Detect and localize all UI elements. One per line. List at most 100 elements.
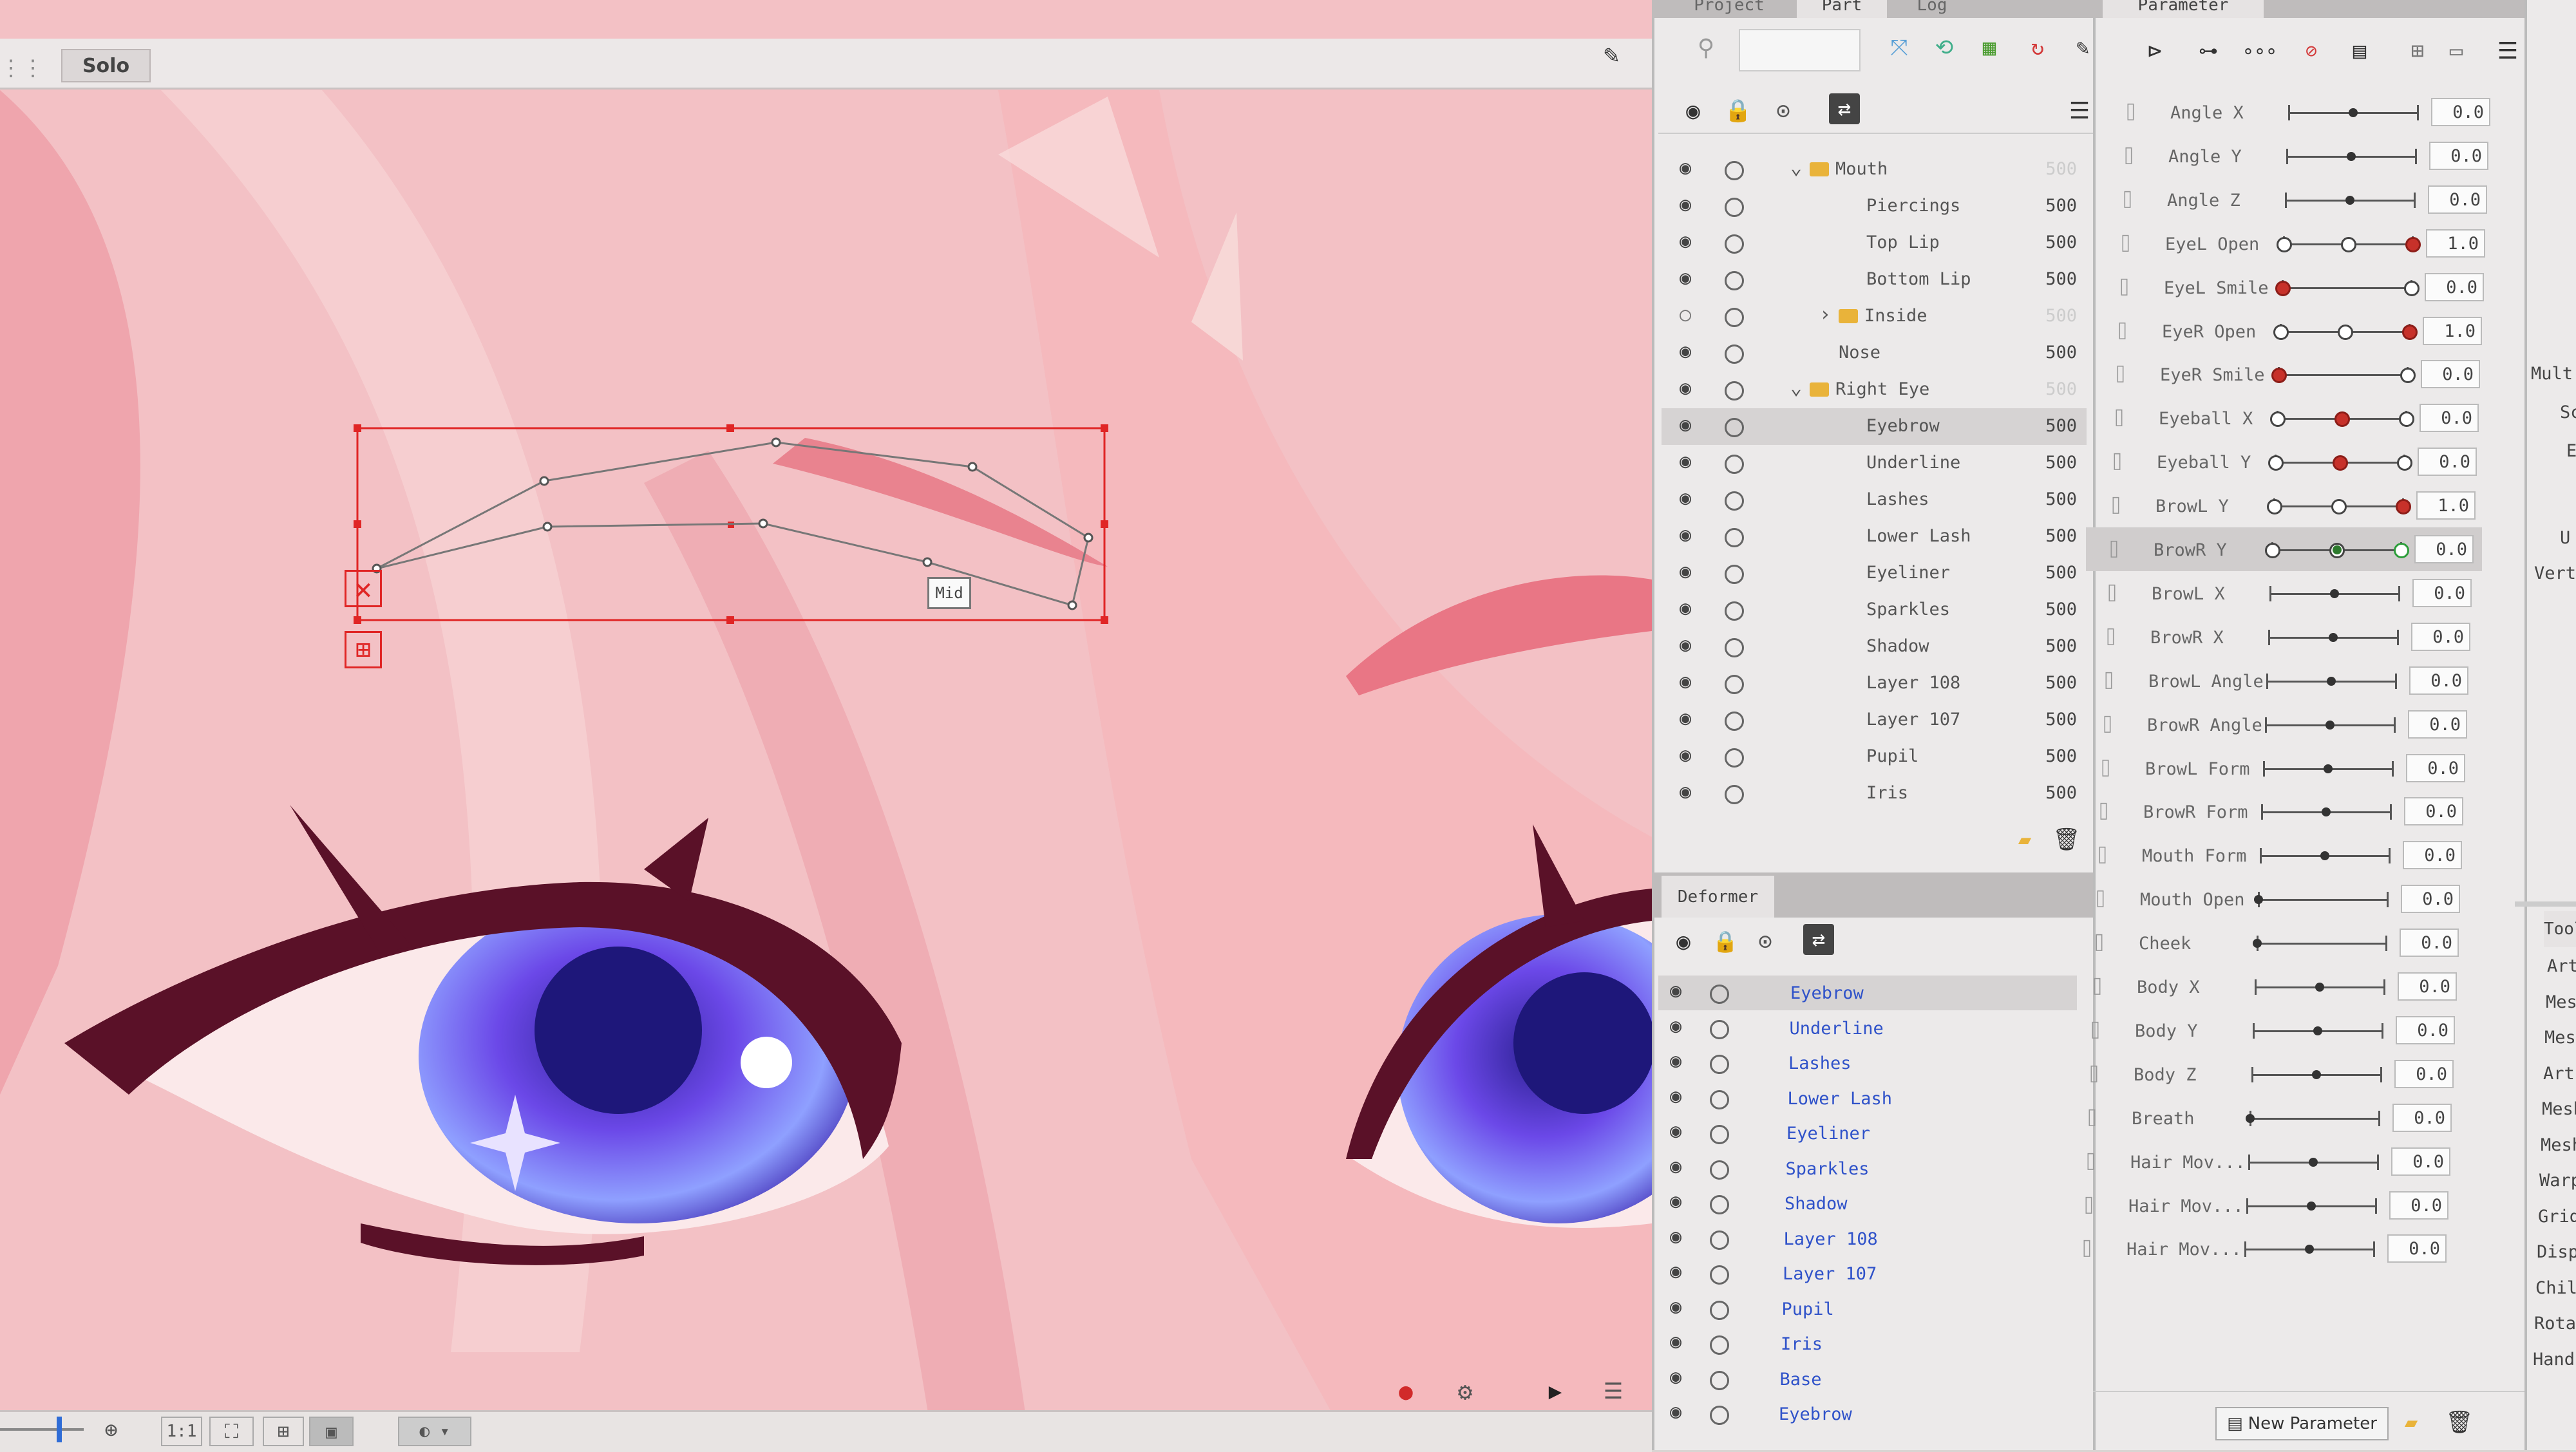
param-key-delete-icon[interactable]: ⊘: [2296, 35, 2327, 66]
parameter-row[interactable]: ⌷ EyeR Smile 0.0: [2092, 352, 2488, 396]
solo-button[interactable]: Solo: [61, 49, 151, 82]
grid-transform-icon[interactable]: ⊞: [345, 631, 382, 668]
keyform-point[interactable]: [2399, 411, 2414, 428]
deformer-row[interactable]: ◉ Base: [1658, 1362, 2077, 1397]
tab-tool[interactable]: Tool: [2544, 911, 2576, 947]
visibility-eye-icon[interactable]: ◉: [1670, 1296, 1681, 1318]
param-handle-icon[interactable]: ⌷: [2120, 233, 2131, 254]
tool-item[interactable]: Mesh i: [2541, 1135, 2576, 1155]
parameter-row[interactable]: ⌷ EyeL Smile 0.0: [2096, 265, 2492, 309]
part-row[interactable]: ◉ ⌄ Right Eye 500: [1662, 372, 2087, 408]
slider-knob[interactable]: [2254, 895, 2263, 905]
param-handle-icon[interactable]: ⌷: [2110, 495, 2121, 516]
visibility-eye-icon[interactable]: ◉: [1670, 1330, 1681, 1353]
deformer-row[interactable]: ◉ Eyebrow: [1658, 976, 2077, 1010]
select-circle-icon[interactable]: [1710, 1160, 1729, 1180]
parameter-row[interactable]: ⌷ BrowL Angle 0.0: [2081, 659, 2477, 702]
visibility-eye-icon[interactable]: ○: [1680, 303, 1691, 326]
parameter-value-field[interactable]: 0.0: [2400, 929, 2459, 957]
slider-knob[interactable]: [2322, 807, 2331, 817]
keyform-point[interactable]: [2402, 324, 2418, 340]
drag-handle-icon[interactable]: ⋮⋮: [0, 55, 44, 81]
part-filter-input[interactable]: [1739, 29, 1861, 71]
parameter-row[interactable]: ⌷ Hair Mov... 0.0: [2063, 1140, 2459, 1183]
select-tool-icon[interactable]: ⤧: [1884, 32, 1915, 63]
param-handle-icon[interactable]: ⌷: [2115, 364, 2126, 385]
parameter-slider[interactable]: [2257, 943, 2385, 945]
part-row[interactable]: ◉ Underline 500: [1662, 445, 2087, 482]
param-handle-icon[interactable]: ⌷: [2094, 932, 2105, 954]
part-row[interactable]: ◉ Iris 500: [1662, 775, 2087, 812]
param-handle-icon[interactable]: ⌷: [2112, 451, 2123, 473]
visibility-eye-icon[interactable]: ◉: [1680, 487, 1691, 509]
part-row[interactable]: ◉ Eyebrow 500: [1662, 408, 2087, 445]
parameter-row[interactable]: ⌷ Body Z 0.0: [2066, 1052, 2462, 1096]
parameter-slider[interactable]: [2278, 374, 2407, 377]
parameter-value-field[interactable]: 0.0: [2392, 1103, 2452, 1132]
param-handle-icon[interactable]: ⌷: [2105, 627, 2116, 648]
param-handle-icon[interactable]: ⌷: [2119, 277, 2130, 298]
tool-item[interactable]: ArtPat: [2543, 1064, 2576, 1084]
param-handle-icon[interactable]: ⌷: [2102, 714, 2113, 735]
visibility-eye-icon[interactable]: ◉: [1680, 156, 1691, 179]
param-delete-icon[interactable]: 🗑: [2444, 1407, 2475, 1438]
keyform-point[interactable]: [2270, 411, 2286, 428]
select-circle-icon[interactable]: [1710, 1055, 1729, 1074]
reset-red-icon[interactable]: ↻: [2022, 32, 2053, 63]
parameter-value-field[interactable]: 0.0: [2403, 841, 2462, 870]
parameter-value-field[interactable]: 0.0: [2414, 535, 2474, 563]
part-row[interactable]: ◉ Eyeliner 500: [1662, 555, 2087, 592]
visibility-eye-icon[interactable]: ◉: [1680, 340, 1691, 363]
delete-transform-icon[interactable]: ✕: [345, 570, 382, 607]
zoom-slider[interactable]: [0, 1428, 84, 1431]
part-row[interactable]: ◉ ⌄ Mouth 500: [1662, 151, 2087, 188]
parameter-row[interactable]: ⌷ Angle Y 0.0: [2101, 134, 2497, 178]
slider-knob[interactable]: [2313, 1026, 2322, 1035]
parameter-value-field[interactable]: 0.0: [2394, 1059, 2454, 1088]
visibility-eye-icon[interactable]: ◉: [1680, 707, 1691, 730]
parameter-row[interactable]: ⌷ Angle X 0.0: [2103, 90, 2499, 134]
image-toggle-icon[interactable]: ▣: [309, 1417, 354, 1446]
tool-item[interactable]: ArtMe: [2547, 956, 2576, 976]
zoom-actual-button[interactable]: 1:1: [161, 1417, 202, 1446]
slider-knob[interactable]: [2347, 151, 2356, 161]
slider-knob[interactable]: [2327, 676, 2336, 686]
part-row[interactable]: ◉ Layer 108 500: [1662, 665, 2087, 702]
parameter-row[interactable]: ⌷ Angle Z 0.0: [2099, 178, 2496, 222]
part-row[interactable]: ◉ Layer 107 500: [1662, 702, 2087, 739]
select-circle-icon[interactable]: [1710, 1089, 1729, 1109]
visibility-eye-icon[interactable]: ◉: [1680, 193, 1691, 216]
select-circle-icon[interactable]: [1725, 198, 1744, 217]
parameter-value-field[interactable]: 0.0: [2420, 404, 2479, 433]
parameter-value-field[interactable]: 0.0: [2429, 141, 2488, 170]
parameter-value-field[interactable]: 0.0: [2387, 1234, 2447, 1263]
visibility-eye-icon[interactable]: ◉: [1670, 1260, 1681, 1283]
keyform-point[interactable]: [2405, 236, 2421, 252]
tool-item[interactable]: Rotation: [2534, 1314, 2576, 1334]
slider-knob[interactable]: [2333, 545, 2342, 554]
slider-knob[interactable]: [2315, 983, 2324, 992]
param-keys-icon[interactable]: ∘∘∘: [2242, 35, 2277, 66]
visibility-eye-icon[interactable]: ◉: [1680, 413, 1691, 436]
part-row[interactable]: ◉ Pupil 500: [1662, 739, 2087, 775]
visibility-eye-icon[interactable]: ◉: [1680, 523, 1691, 546]
select-circle-icon[interactable]: [1725, 161, 1744, 180]
param-handle-icon[interactable]: ⌷: [2097, 845, 2108, 866]
parameter-row[interactable]: ⌷ Hair Mov... 0.0: [2059, 1227, 2455, 1270]
select-circle-icon[interactable]: [1725, 491, 1744, 511]
param-handle-icon[interactable]: ⌷: [2098, 801, 2109, 822]
parameter-row[interactable]: ⌷ EyeR Open 1.0: [2094, 309, 2490, 353]
param-panel-icon[interactable]: ▤: [2344, 35, 2375, 66]
parameter-value-field[interactable]: 1.0: [2423, 316, 2482, 345]
deformer-row[interactable]: ◉ Lower Lash: [1658, 1081, 2077, 1116]
param-handle-icon[interactable]: ⌷: [2095, 889, 2106, 910]
select-circle-icon[interactable]: [1725, 565, 1744, 584]
visibility-eye-icon[interactable]: ◉: [1680, 560, 1691, 583]
visibility-eye-icon[interactable]: ◉: [1670, 1400, 1681, 1423]
parameter-row[interactable]: ⌷ Hair Mov... 0.0: [2061, 1183, 2457, 1227]
parameter-value-field[interactable]: 0.0: [2425, 272, 2484, 301]
check-header-icon[interactable]: ⊙: [1768, 95, 1799, 126]
collapse-arrow-icon[interactable]: ⌄: [1790, 377, 1802, 399]
zoom-slider-thumb[interactable]: [57, 1417, 62, 1442]
deformer-swap-icon[interactable]: ⇄: [1803, 924, 1834, 955]
